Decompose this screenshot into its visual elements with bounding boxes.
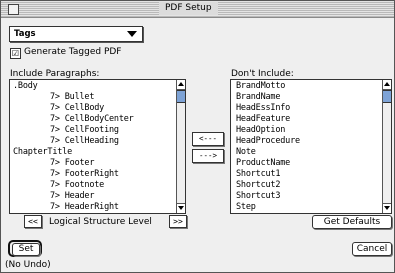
list-item[interactable]: BrandMotto	[236, 81, 285, 92]
set-button-default-ring: Set	[8, 240, 42, 257]
list-item[interactable]: Step	[236, 202, 256, 213]
include-paragraphs-header: Include Paragraphs:	[10, 69, 100, 79]
move-to-exclude-button[interactable]: --->	[192, 149, 224, 163]
title-bar[interactable]: PDF Setup	[1, 1, 394, 18]
generate-tagged-pdf-label[interactable]: Generate Tagged PDF	[24, 47, 122, 57]
scroll-thumb[interactable]	[383, 90, 391, 103]
pdf-setup-dialog: PDF Setup Tags ☑ Generate Tagged PDF Inc…	[0, 0, 395, 273]
increase-structure-level-button[interactable]: >>	[169, 215, 187, 228]
list-item[interactable]: 7> Footnote	[50, 180, 104, 191]
list-item[interactable]: HeadProcedure	[236, 136, 300, 147]
undo-status: (No Undo)	[5, 260, 51, 270]
chevron-down-icon	[127, 31, 137, 37]
scroll-up-arrow-icon[interactable]	[177, 80, 185, 90]
list-item[interactable]: ProductName	[236, 158, 290, 169]
list-item[interactable]: 7> FooterRight	[50, 169, 119, 180]
get-defaults-button[interactable]: Get Defaults	[312, 215, 392, 229]
list-item[interactable]: 7> Bullet	[50, 92, 94, 103]
list-item[interactable]: .Body	[13, 81, 38, 92]
generate-tagged-pdf-checkbox[interactable]: ☑	[10, 48, 21, 59]
list-item[interactable]: Shortcut2	[236, 180, 280, 191]
list-item[interactable]: HeadEssInfo	[236, 103, 290, 114]
include-paragraphs-list[interactable]: .Body 7> Bullet 7> CellBody 7> CellBodyC…	[9, 79, 186, 214]
list-item[interactable]: 7> HeaderRight	[50, 202, 119, 213]
move-to-include-button[interactable]: <---	[192, 132, 224, 146]
dont-include-list[interactable]: BrandMotto BrandName HeadEssInfo HeadFea…	[230, 79, 392, 214]
close-box[interactable]	[8, 4, 19, 15]
list-item[interactable]: Shortcut3	[236, 191, 280, 202]
dont-include-header: Don't Include:	[231, 69, 294, 79]
window-title: PDF Setup	[159, 2, 218, 15]
list-item[interactable]: 7> CellBody	[50, 103, 104, 114]
list-item[interactable]: 7> CellHeading	[50, 136, 119, 147]
section-popup-menu[interactable]: Tags	[9, 26, 143, 42]
dont-include-list-scrollbar[interactable]	[382, 80, 391, 213]
cancel-button[interactable]: Cancel	[352, 242, 392, 256]
set-button[interactable]: Set	[12, 243, 40, 256]
list-item[interactable]: Shortcut1	[236, 169, 280, 180]
list-item[interactable]: 7> CellBodyCenter	[50, 114, 134, 125]
list-item[interactable]: 7> CellFooting	[50, 125, 119, 136]
scroll-down-arrow-icon[interactable]	[383, 203, 391, 213]
decrease-structure-level-button[interactable]: <<	[24, 215, 42, 228]
list-item[interactable]: ChapterTitle	[13, 147, 72, 158]
popup-selected-label: Tags	[14, 29, 36, 39]
list-item[interactable]: 7> Header	[50, 191, 94, 202]
list-item[interactable]: Note	[236, 147, 256, 158]
scroll-down-arrow-icon[interactable]	[177, 203, 185, 213]
list-item[interactable]: BrandName	[236, 92, 280, 103]
list-item[interactable]: HeadOption	[236, 125, 285, 136]
include-list-scrollbar[interactable]	[176, 80, 185, 213]
scroll-up-arrow-icon[interactable]	[383, 80, 391, 90]
logical-structure-level-label: Logical Structure Level	[49, 217, 152, 227]
list-item[interactable]: HeadFeature	[236, 114, 290, 125]
list-item[interactable]: 7> Footer	[50, 158, 94, 169]
scroll-thumb[interactable]	[177, 90, 185, 103]
